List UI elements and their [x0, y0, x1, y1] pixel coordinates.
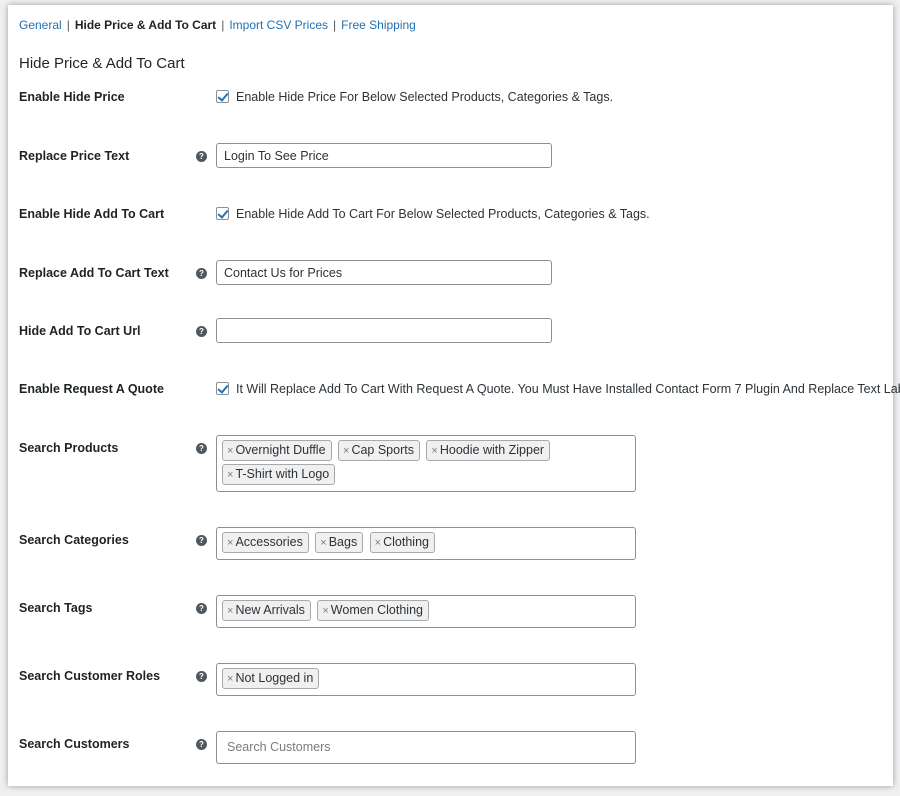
selected-category-tag: × Bags — [315, 532, 364, 553]
search-products-select[interactable]: × Overnight Duffle × Cap Sports × Hoodie wi… — [216, 435, 636, 492]
search-categories-select[interactable]: × Accessories × Bags × Clothing — [216, 527, 636, 560]
remove-tag-icon[interactable]: × — [227, 537, 233, 549]
search-customers-select[interactable]: Search Customers — [216, 731, 636, 764]
help-icon[interactable]: ? — [196, 151, 207, 162]
replace-price-text-input[interactable] — [216, 143, 552, 168]
remove-tag-icon[interactable]: × — [375, 537, 381, 549]
subnav-separator: | — [66, 18, 70, 32]
search-tags-select[interactable]: × New Arrivals × Women Clothing — [216, 595, 636, 628]
page-title: Hide Price & Add To Cart — [19, 55, 185, 72]
subnav-general-link[interactable]: General — [19, 18, 62, 32]
selected-product-tag: × Overnight Duffle — [222, 440, 332, 461]
selected-role-tag: × Not Logged in — [222, 668, 320, 689]
subnav-import-csv-link[interactable]: Import CSV Prices — [229, 18, 328, 32]
settings-subnav: General | Hide Price & Add To Cart | Import … — [19, 18, 416, 32]
tag-label: Clothing — [383, 535, 429, 549]
help-icon[interactable]: ? — [196, 671, 207, 682]
search-customer-roles-label: Search Customer Roles — [19, 669, 161, 683]
help-icon[interactable]: ? — [196, 326, 207, 337]
selected-product-tag: × Cap Sports — [338, 440, 420, 461]
tag-label: T-Shirt with Logo — [235, 467, 330, 481]
remove-tag-icon[interactable]: × — [322, 605, 328, 617]
enable-hide-add-to-cart-description[interactable]: Enable Hide Add To Cart For Below Select… — [236, 207, 650, 221]
tag-label: Not Logged in — [235, 671, 314, 685]
remove-tag-icon[interactable]: × — [227, 469, 233, 481]
search-categories-label: Search Categories — [19, 533, 129, 547]
enable-hide-price-checkbox[interactable] — [216, 90, 229, 103]
selected-product-tag: × Hoodie with Zipper — [426, 440, 551, 461]
selected-category-tag: × Clothing — [369, 532, 435, 553]
hide-add-to-cart-url-input[interactable] — [216, 318, 552, 343]
enable-hide-price-label: Enable Hide Price — [19, 90, 125, 104]
subnav-hide-price-current: Hide Price & Add To Cart — [74, 18, 217, 32]
remove-tag-icon[interactable]: × — [227, 673, 233, 685]
help-icon[interactable]: ? — [196, 443, 207, 454]
remove-tag-icon[interactable]: × — [227, 445, 233, 457]
tag-label: Overnight Duffle — [235, 443, 326, 457]
subnav-separator: | — [333, 18, 337, 32]
tag-label: Cap Sports — [351, 443, 414, 457]
tag-label: Accessories — [235, 535, 303, 549]
selected-category-tag: × Accessories — [222, 532, 309, 553]
remove-tag-icon[interactable]: × — [320, 537, 326, 549]
enable-hide-add-to-cart-checkbox[interactable] — [216, 207, 229, 220]
settings-panel: General | Hide Price & Add To Cart | Import … — [8, 5, 900, 786]
search-customers-label: Search Customers — [19, 737, 130, 751]
search-customers-placeholder[interactable]: Search Customers — [221, 734, 337, 760]
search-products-label: Search Products — [19, 441, 119, 455]
replace-add-to-cart-text-input[interactable] — [216, 260, 552, 285]
enable-request-quote-label: Enable Request A Quote — [19, 382, 164, 396]
help-icon[interactable]: ? — [196, 535, 207, 546]
help-icon[interactable]: ? — [196, 739, 207, 750]
search-tags-label: Search Tags — [19, 601, 93, 615]
help-icon[interactable]: ? — [196, 268, 207, 279]
remove-tag-icon[interactable]: × — [431, 445, 437, 457]
tag-label: Hoodie with Zipper — [439, 443, 545, 457]
search-customer-roles-select[interactable]: × Not Logged in — [216, 663, 636, 696]
hide-add-to-cart-url-label: Hide Add To Cart Url — [19, 324, 141, 338]
tag-label: Bags — [328, 535, 358, 549]
enable-request-quote-description[interactable]: It Will Replace Add To Cart With Request… — [236, 382, 900, 396]
remove-tag-icon[interactable]: × — [227, 605, 233, 617]
enable-hide-add-to-cart-label: Enable Hide Add To Cart — [19, 207, 165, 221]
tag-label: Women Clothing — [330, 603, 423, 617]
selected-tag-tag: × New Arrivals — [222, 600, 311, 621]
remove-tag-icon[interactable]: × — [343, 445, 349, 457]
replace-add-to-cart-text-label: Replace Add To Cart Text — [19, 266, 169, 280]
tag-label: New Arrivals — [235, 603, 305, 617]
subnav-free-shipping-link[interactable]: Free Shipping — [341, 18, 416, 32]
selected-tag-tag: × Women Clothing — [317, 600, 429, 621]
subnav-separator: | — [221, 18, 225, 32]
help-icon[interactable]: ? — [196, 603, 207, 614]
enable-request-quote-checkbox[interactable] — [216, 382, 229, 395]
selected-product-tag: × T-Shirt with Logo — [222, 464, 336, 485]
replace-price-text-label: Replace Price Text — [19, 149, 130, 163]
enable-hide-price-description[interactable]: Enable Hide Price For Below Selected Pro… — [236, 90, 613, 104]
